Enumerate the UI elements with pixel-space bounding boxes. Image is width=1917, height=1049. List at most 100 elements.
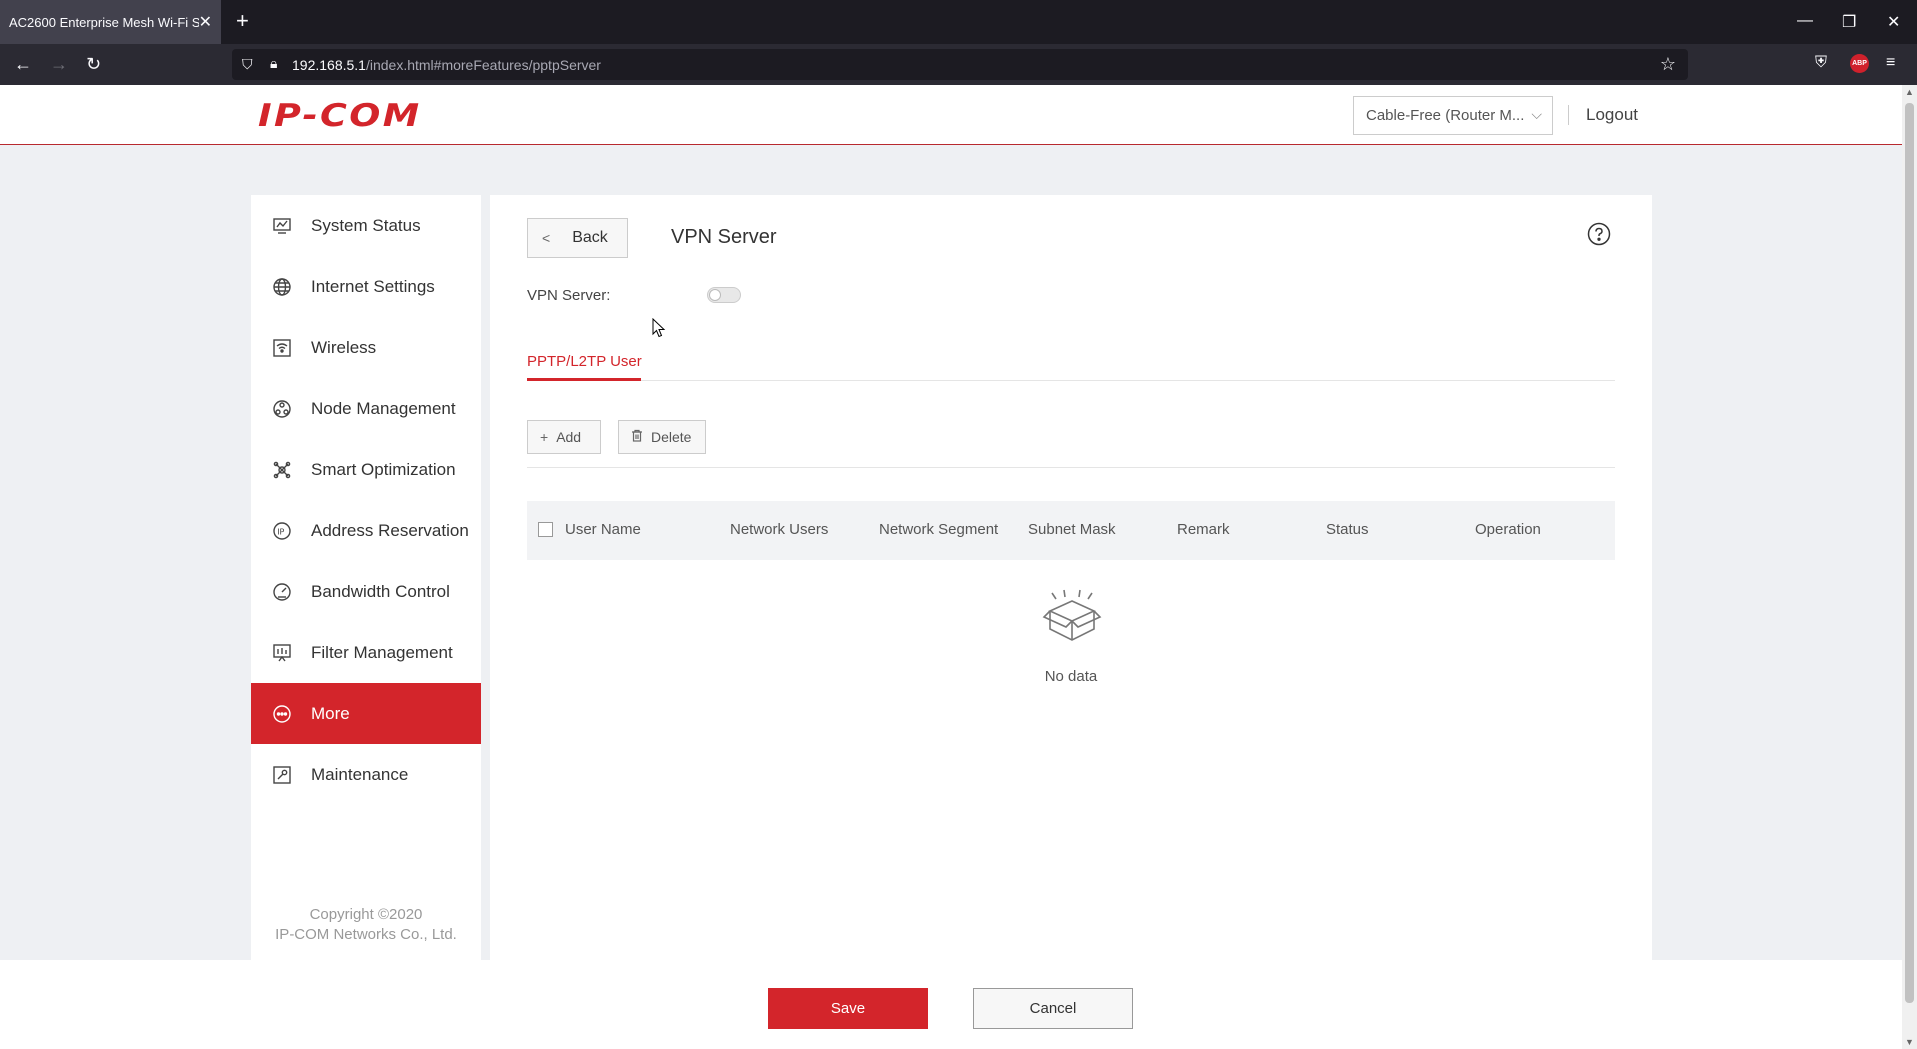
browser-tab-bar: AC2600 Enterprise Mesh Wi-Fi System ✕ + … — [0, 0, 1917, 44]
shield-icon[interactable]: ⛉ — [242, 56, 253, 73]
minimize-icon[interactable]: — — [1797, 12, 1813, 30]
mode-select[interactable]: Cable-Free (Router M... ⌵ — [1353, 96, 1553, 135]
more-icon — [271, 703, 293, 725]
wifi-icon — [271, 337, 293, 359]
back-button[interactable]: < Back — [527, 218, 628, 258]
empty-state-text: No data — [1044, 668, 1098, 685]
sidebar-item-label: Filter Management — [311, 642, 453, 662]
delete-button-label: Delete — [651, 429, 692, 445]
tab-active-underline — [527, 378, 641, 381]
sidebar-item-label: Address Reservation — [311, 520, 469, 540]
mouse-cursor-icon — [652, 318, 666, 338]
forward-arrow-icon[interactable]: → — [50, 54, 68, 74]
vpn-server-toggle[interactable] — [707, 287, 741, 303]
add-button[interactable]: + Add — [527, 420, 601, 454]
column-header-status: Status — [1326, 521, 1369, 538]
sidebar-item-wireless[interactable]: Wireless — [251, 317, 481, 378]
sidebar-item-bandwidth-control[interactable]: Bandwidth Control — [251, 561, 481, 622]
svg-text:IP: IP — [277, 527, 284, 536]
column-header-user-name: User Name — [565, 521, 641, 538]
sidebar-item-label: Maintenance — [311, 764, 409, 784]
close-window-icon[interactable]: ✕ — [1887, 12, 1900, 32]
adblock-icon[interactable]: ABP — [1850, 54, 1869, 73]
app-header: IP-COM Cable-Free (Router M... ⌵ Logout — [0, 85, 1902, 145]
page-title: VPN Server — [671, 226, 777, 248]
wrench-icon — [271, 764, 293, 786]
save-button[interactable]: Save — [768, 988, 928, 1029]
scroll-up-icon[interactable]: ▲ — [1905, 87, 1914, 97]
select-all-checkbox[interactable] — [538, 522, 553, 537]
restore-icon[interactable]: ❐ — [1842, 12, 1856, 32]
sidebar-item-maintenance[interactable]: Maintenance — [251, 744, 481, 805]
filter-icon — [271, 642, 293, 664]
chevron-left-icon: < — [542, 230, 551, 246]
help-icon[interactable] — [1587, 222, 1611, 246]
pocket-icon[interactable]: ⛨ — [1815, 54, 1827, 72]
gauge-icon — [271, 581, 293, 603]
tab-pptp-l2tp-user[interactable]: PPTP/L2TP User — [527, 353, 642, 370]
main-panel: < Back VPN Server VPN Server: PPTP/L2TP … — [490, 195, 1652, 960]
sidebar: System Status Internet Settings Wireless… — [251, 195, 481, 960]
sidebar-item-label: Bandwidth Control — [311, 581, 450, 601]
column-header-remark: Remark — [1177, 521, 1230, 538]
trash-icon — [631, 429, 643, 445]
column-header-subnet-mask: Subnet Mask — [1028, 521, 1116, 538]
browser-tab-title: AC2600 Enterprise Mesh Wi-Fi System — [9, 14, 199, 30]
sidebar-item-label: Internet Settings — [311, 276, 435, 296]
vpn-server-label: VPN Server: — [527, 287, 611, 304]
browser-nav-bar: ← → ↻ ⛉ 🔒︎ 192.168.5.1/index.html#moreFe… — [0, 44, 1917, 85]
cancel-button[interactable]: Cancel — [973, 988, 1133, 1029]
new-tab-icon[interactable]: + — [236, 10, 249, 32]
optimize-icon — [271, 459, 293, 481]
back-arrow-icon[interactable]: ← — [14, 54, 32, 74]
sidebar-item-address-reservation[interactable]: IP Address Reservation — [251, 500, 481, 561]
table-header: User Name Network Users Network Segment … — [527, 501, 1615, 560]
scroll-down-icon[interactable]: ▼ — [1905, 1037, 1914, 1047]
toggle-knob — [709, 289, 721, 301]
page-scrollbar[interactable]: ▲ ▼ — [1902, 85, 1917, 1049]
copyright-line2: IP-COM Networks Co., Ltd. — [275, 926, 457, 943]
sidebar-item-system-status[interactable]: System Status — [251, 195, 481, 256]
close-tab-icon[interactable]: ✕ — [199, 12, 212, 32]
sidebar-item-filter-management[interactable]: Filter Management — [251, 622, 481, 683]
sidebar-item-smart-optimization[interactable]: Smart Optimization — [251, 439, 481, 500]
sidebar-item-label: More — [311, 703, 350, 723]
delete-button[interactable]: Delete — [618, 420, 706, 454]
footer: Save Cancel — [0, 960, 1902, 1049]
chevron-down-icon: ⌵ — [1531, 106, 1542, 122]
globe-icon — [271, 276, 293, 298]
sidebar-item-internet-settings[interactable]: Internet Settings — [251, 256, 481, 317]
reload-icon[interactable]: ↻ — [86, 54, 101, 74]
tab-divider — [527, 380, 1615, 381]
address-bar[interactable]: ⛉ 🔒︎ 192.168.5.1/index.html#moreFeatures… — [232, 49, 1688, 80]
plus-icon: + — [540, 429, 549, 445]
bookmark-star-icon[interactable]: ☆ — [1660, 54, 1676, 75]
monitor-icon — [271, 215, 293, 237]
url-text[interactable]: 192.168.5.1/index.html#moreFeatures/pptp… — [292, 57, 601, 73]
page: IP-COM Cable-Free (Router M... ⌵ Logout … — [0, 85, 1902, 1049]
browser-tab[interactable]: AC2600 Enterprise Mesh Wi-Fi System ✕ — [0, 0, 221, 44]
header-divider — [1568, 105, 1569, 125]
sidebar-item-label: System Status — [311, 215, 421, 235]
sidebar-item-label: Node Management — [311, 398, 456, 418]
lock-icon[interactable]: 🔒︎ — [270, 55, 277, 72]
back-button-label: Back — [572, 229, 608, 246]
logout-link[interactable]: Logout — [1586, 105, 1638, 125]
mode-select-value: Cable-Free (Router M... — [1366, 107, 1525, 124]
sidebar-item-label: Smart Optimization — [311, 459, 456, 479]
ip-com-logo: IP-COM — [258, 98, 422, 134]
empty-box-icon — [1042, 589, 1102, 641]
column-header-network-segment: Network Segment — [879, 521, 999, 538]
sidebar-item-more[interactable]: More — [251, 683, 481, 744]
menu-icon[interactable]: ≡ — [1886, 54, 1895, 72]
scrollbar-thumb[interactable] — [1905, 103, 1914, 1003]
toolbar-divider — [527, 467, 1615, 468]
copyright: Copyright ©2020 IP-COM Networks Co., Ltd… — [251, 905, 481, 945]
column-header-network-users: Network Users — [730, 521, 829, 538]
nodes-icon — [271, 398, 293, 420]
column-header-operation: Operation — [1475, 521, 1541, 538]
sidebar-item-node-management[interactable]: Node Management — [251, 378, 481, 439]
add-button-label: Add — [556, 429, 582, 445]
copyright-line1: Copyright ©2020 — [309, 906, 423, 923]
ip-icon: IP — [271, 520, 293, 542]
